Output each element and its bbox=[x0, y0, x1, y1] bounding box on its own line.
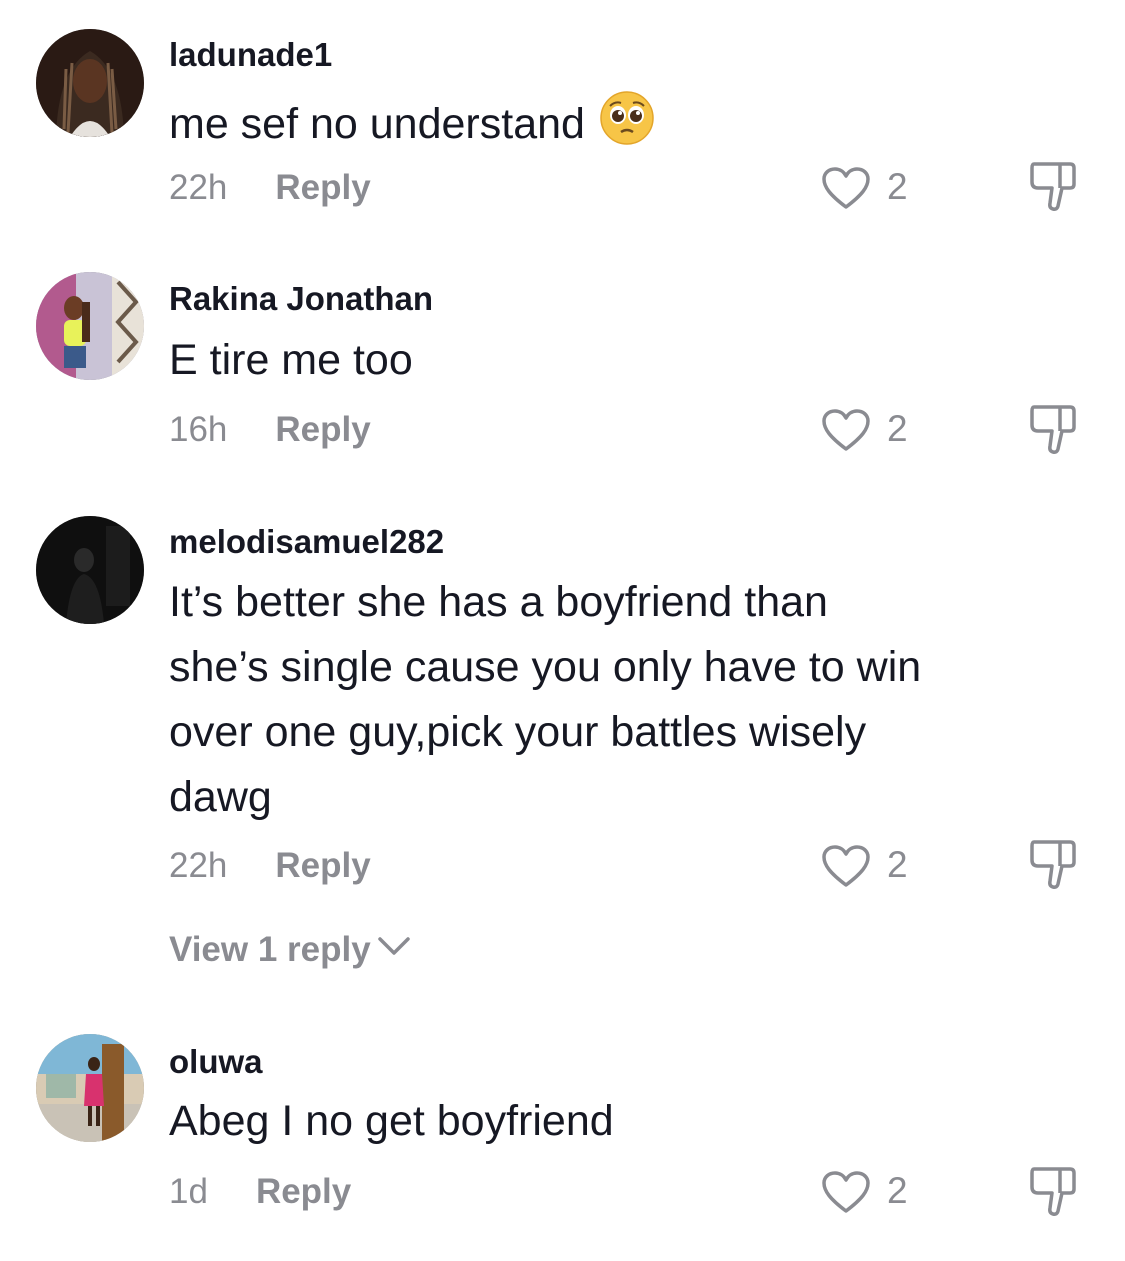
heart-icon bbox=[822, 409, 870, 451]
like-count: 2 bbox=[887, 844, 908, 885]
heart-icon bbox=[822, 845, 870, 887]
dislike-button[interactable] bbox=[1026, 158, 1082, 214]
thumbs-down-icon bbox=[1030, 162, 1076, 211]
comment-text: Abeg I no get boyfriend bbox=[169, 1097, 614, 1145]
comment-meta: 22h Reply bbox=[169, 168, 371, 208]
comment-time: 22h bbox=[169, 168, 228, 207]
dislike-button[interactable] bbox=[1026, 1163, 1082, 1219]
comment-username[interactable]: Rakina Jonathan bbox=[169, 280, 433, 318]
comment-meta: 16h Reply bbox=[169, 410, 371, 450]
view-replies-button[interactable]: View 1 reply bbox=[169, 930, 411, 970]
comment-time: 22h bbox=[169, 846, 228, 885]
comment-text: me sef no understand bbox=[169, 90, 929, 157]
avatar[interactable] bbox=[36, 29, 144, 137]
dislike-button[interactable] bbox=[1026, 836, 1082, 892]
like-count: 2 bbox=[887, 166, 908, 207]
comment-text-content: me sef no understand bbox=[169, 100, 585, 148]
reply-button[interactable]: Reply bbox=[275, 410, 370, 449]
reply-button[interactable]: Reply bbox=[275, 846, 370, 885]
avatar[interactable] bbox=[36, 516, 144, 624]
comment-username[interactable]: oluwa bbox=[169, 1043, 263, 1081]
thumbs-down-icon bbox=[1030, 840, 1076, 889]
reply-button[interactable]: Reply bbox=[256, 1172, 351, 1211]
chevron-down-icon bbox=[377, 937, 410, 955]
like-button[interactable] bbox=[820, 165, 872, 211]
like-button[interactable] bbox=[820, 407, 872, 453]
comment-time: 16h bbox=[169, 410, 228, 449]
comment-text: It’s better she has a boyfriend than she… bbox=[169, 578, 922, 821]
avatar[interactable] bbox=[36, 1034, 144, 1142]
like-button[interactable] bbox=[820, 843, 872, 889]
avatar[interactable] bbox=[36, 272, 144, 380]
thumbs-down-icon bbox=[1030, 405, 1076, 454]
heart-icon bbox=[822, 1171, 870, 1213]
heart-icon bbox=[822, 167, 870, 209]
comment-time: 1d bbox=[169, 1172, 208, 1211]
comment-text: E tire me too bbox=[169, 336, 413, 384]
like-button[interactable] bbox=[820, 1169, 872, 1215]
reply-button[interactable]: Reply bbox=[275, 168, 370, 207]
comment-username[interactable]: ladunade1 bbox=[169, 36, 332, 74]
comment-username[interactable]: melodisamuel282 bbox=[169, 523, 444, 561]
comment-meta: 1d Reply bbox=[169, 1172, 351, 1212]
view-replies-label: View 1 reply bbox=[169, 930, 371, 969]
like-count: 2 bbox=[887, 1170, 908, 1211]
like-count: 2 bbox=[887, 408, 908, 449]
pleading-face-emoji bbox=[599, 90, 655, 146]
comment-meta: 22h Reply bbox=[169, 846, 371, 886]
thumbs-down-icon bbox=[1030, 1167, 1076, 1216]
dislike-button[interactable] bbox=[1026, 401, 1082, 457]
